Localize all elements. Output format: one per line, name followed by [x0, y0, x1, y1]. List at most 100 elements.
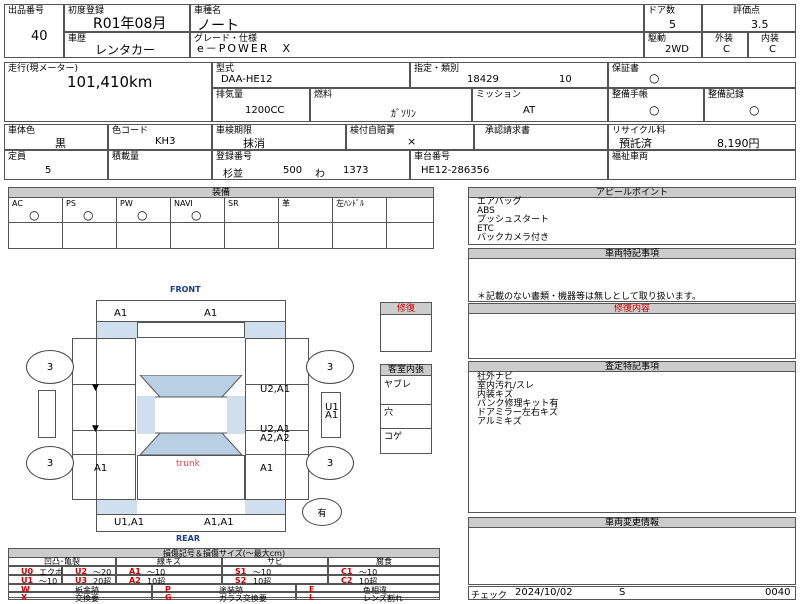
interior-label: 内装 [761, 34, 780, 44]
check-code: S [619, 587, 626, 598]
designation-cell: 指定・類別 18429 10 [410, 62, 608, 88]
body-color-label: 車体色 [8, 126, 36, 136]
mark-hood-left: A1 [114, 308, 128, 319]
legend-cell: G ガラス交換要 [152, 592, 296, 603]
load-label: 積載量 [112, 152, 140, 162]
maintenance-manual-value: ○ [649, 103, 660, 117]
equipment-item-label: NAVI [174, 199, 193, 208]
rear-bumper-left-shade [97, 500, 137, 514]
drive-cell: 駆動 2WD [644, 32, 702, 58]
change-info-panel: 車両変更情報 [468, 517, 796, 585]
equipment-item-label: AC [12, 199, 23, 208]
equipment-blank-cell [170, 222, 225, 249]
color-code-cell: 色コード KH3 [108, 124, 212, 150]
appeal-lines: エアバッグ ABS プッシュスタート ETC バックカメラ付き [477, 198, 549, 243]
lot-number-cell: 出品番号 40 [4, 4, 64, 58]
designation-value1: 18429 [467, 74, 499, 85]
legend-col-header: サビ [222, 557, 328, 566]
inspection-value: 抹消 [243, 137, 265, 150]
designation-value2: 10 [559, 74, 572, 85]
legend-cell: L レンズ割れ [296, 592, 440, 603]
inspector-note-line: アルミキズ [477, 417, 522, 427]
legend-cell: U0 エクボ [8, 566, 63, 577]
roof [151, 396, 231, 434]
tire-rear-left: 3 [26, 446, 74, 480]
color-code-value: KH3 [155, 136, 176, 147]
rear-label: REAR [176, 534, 200, 543]
equipment-item-value: ○ [191, 208, 202, 222]
tire-front-right: 3 [306, 350, 354, 384]
legend-cell: S1 ～10 [222, 566, 328, 577]
rear-window [139, 432, 243, 455]
legend-cell: S2 10超 [222, 575, 328, 586]
maintenance-manual-cell: 整備手帳 ○ [608, 88, 704, 122]
doors-cell: ドア数 5 [644, 4, 702, 32]
equipment-blank-cell [116, 222, 171, 249]
equipment-item: AC ○ [8, 197, 63, 223]
check-number: 0040 [765, 587, 791, 598]
interior-item-hole: 穴 [384, 408, 394, 418]
legend-code: G [165, 593, 172, 602]
welfare-cell: 福祉車両 [608, 150, 796, 180]
appeal-line: バックカメラ付き [477, 233, 550, 243]
repair-box-label: 修復 [381, 303, 431, 315]
body-color-cell: 車体色 黒 [4, 124, 108, 150]
equipment-item-label: 左ﾊﾝﾄﾞﾙ [336, 199, 364, 208]
legend-desc: レンズ割れ [363, 594, 403, 603]
mark-right-rear-door-2: A2,A2 [260, 433, 290, 444]
plate-kana: わ [315, 169, 325, 180]
load-cell: 積載量 [108, 150, 212, 180]
special-notes-footer: ＊記載のない書類・機器等は無しとして取り扱います。 [477, 292, 701, 302]
right-side-panels [245, 338, 309, 500]
legend-cell: C1 ～10 [328, 566, 440, 577]
self-tax-value: × [407, 135, 417, 148]
equipment-blank-cell [62, 222, 117, 249]
mission-cell: ミッション AT [472, 88, 608, 122]
rear-bumper-right-shade [245, 500, 285, 514]
welfare-label: 福祉車両 [612, 152, 649, 162]
self-tax-label: 検付自賠責 [350, 126, 396, 136]
legend-code: L [309, 593, 315, 602]
warranty-label: 保証書 [612, 64, 640, 74]
legend-col-header: 腐食 [328, 557, 440, 566]
maintenance-record-value: ○ [749, 103, 760, 117]
equipment-item: PW ○ [116, 197, 171, 223]
appeal-panel: アピールポイント エアバッグ ABS プッシュスタート ETC バックカメラ付き [468, 187, 796, 245]
plate-class: 500 [283, 165, 303, 176]
mission-label: ミッション [476, 90, 522, 100]
equipment-item-label: 革 [282, 199, 290, 208]
legend-cell: P 塗装跡 [152, 584, 296, 595]
recycle-status: 預託済 [619, 137, 652, 150]
special-notes-title: 車両特記事項 [469, 249, 795, 259]
spare-tire-present: 有 [302, 498, 342, 526]
equipment-item: 左ﾊﾝﾄﾞﾙ [332, 197, 387, 223]
tire-rear-right: 3 [306, 446, 354, 480]
exterior-cell: 外装 C [702, 32, 748, 58]
displacement-cell: 排気量 1200CC [212, 88, 310, 122]
check-date: 2024/10/02 [515, 587, 573, 598]
repair-title: 修復内容 [469, 304, 795, 314]
plate-cell: 登録番号 杉並 500 わ 1373 [212, 150, 410, 180]
legend-cell: A1 ～10 [116, 566, 222, 577]
tire-front-left: 3 [26, 350, 74, 384]
displacement-value: 1200CC [245, 105, 285, 116]
interior-box: 客室内張 ヤブレ 穴 コゲ [380, 364, 432, 454]
plate-label: 登録番号 [216, 152, 253, 162]
right-window-shade [227, 396, 245, 434]
equipment-item-label: SR [228, 199, 239, 208]
mark-right-front-door: U2,A1 [260, 384, 291, 395]
equipment-blank-cell [8, 222, 63, 249]
chassis-label: 車台番号 [414, 152, 451, 162]
approval-cell: 承認請求書 [474, 124, 608, 150]
mileage-cell: 走行(現メーター) 101,410km [4, 62, 212, 122]
legend-cell: U1 ～10 [8, 575, 62, 586]
mark-left-quarter: A1 [94, 463, 108, 474]
legend-desc: ガラス交換要 [219, 594, 267, 603]
drive-label: 駆動 [648, 34, 667, 44]
mark-right-mirror-2: A1 [325, 410, 339, 421]
first-registration-value: R01年08月 [93, 16, 167, 32]
model-value: DAA-HE12 [221, 74, 273, 85]
equipment-item-value: ○ [83, 208, 94, 222]
doors-label: ドア数 [648, 6, 676, 16]
inspector-notes-lines: 社外ナビ 室内汚れ/スレ 内装キズ パンク修理キット有 ドアミラー左右キズ アル… [477, 373, 558, 427]
